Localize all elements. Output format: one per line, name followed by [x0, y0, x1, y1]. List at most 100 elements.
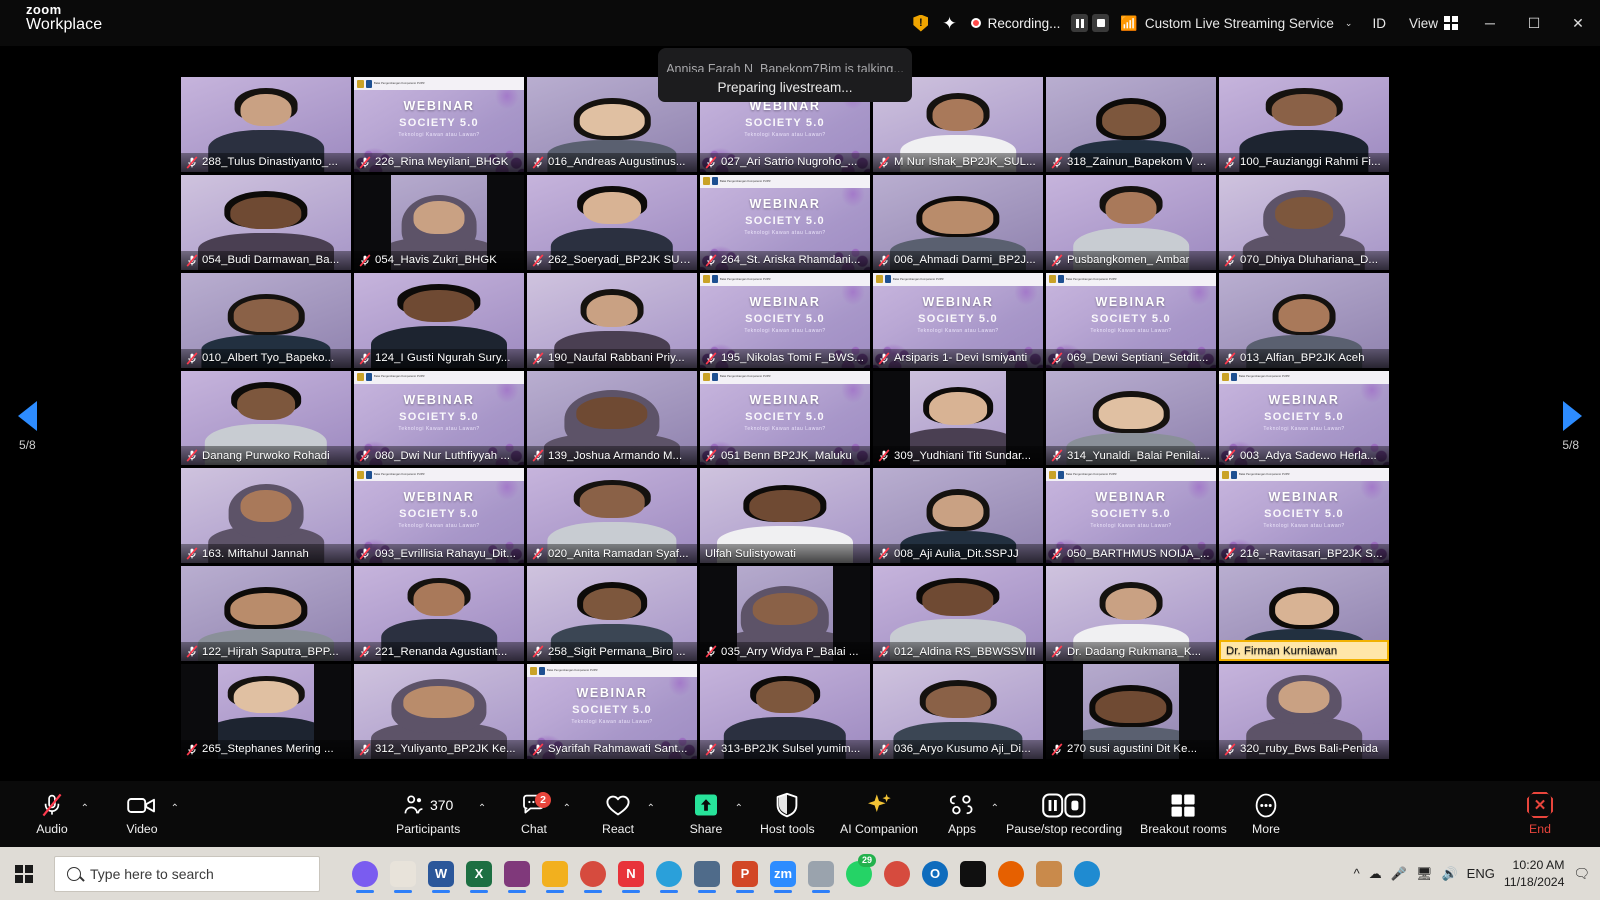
copilot-icon[interactable] [348, 852, 382, 896]
apps-button[interactable]: Apps ⌃ [936, 781, 999, 847]
participant-tile[interactable]: 265_Stephanes Mering ... [181, 664, 351, 759]
participant-tile[interactable]: Balai Pengembangan Kompetensi PUPR WEBINA… [527, 664, 697, 759]
participant-tile[interactable]: Balai Pengembangan Kompetensi PUPR WEBINA… [354, 370, 524, 466]
audio-button[interactable]: Audio ⌃ [26, 781, 89, 847]
recording-controls[interactable] [1067, 0, 1113, 46]
participant-tile[interactable]: Balai Pengembangan Kompetensi PUPR WEBINA… [1219, 370, 1389, 466]
chrome-2-icon[interactable] [880, 852, 914, 896]
chevron-up-icon[interactable]: ⌃ [735, 803, 743, 814]
tiktok-icon[interactable] [956, 852, 990, 896]
cloud-icon[interactable]: ☁ [1369, 866, 1382, 882]
host-tools-button[interactable]: Host tools [760, 781, 815, 847]
participant-tile[interactable]: 288_Tulus Dinastiyanto_... [181, 77, 351, 172]
maximize-button[interactable]: ☐ [1512, 0, 1556, 46]
chevron-up-icon[interactable]: ⌃ [647, 803, 655, 814]
chevron-up-icon[interactable]: ⌃ [81, 803, 89, 814]
chat-button[interactable]: Chat ⌃ 2 [508, 781, 571, 847]
language-indicator[interactable]: ENG [1467, 866, 1495, 881]
participant-tile[interactable]: Balai Pengembangan Kompetensi PUPR WEBINA… [1046, 468, 1216, 564]
powerpoint-icon[interactable]: P [728, 852, 762, 896]
chevron-up-icon[interactable]: ⌃ [478, 803, 486, 814]
previous-page-button[interactable] [18, 401, 37, 431]
participant-tile[interactable]: Danang Purwoko Rohadi [181, 370, 351, 466]
close-button[interactable]: ✕ [1556, 0, 1600, 46]
participant-tile[interactable]: Dr. Firman Kurniawan [1219, 566, 1389, 662]
react-button[interactable]: React ⌃ [592, 781, 655, 847]
chevron-up-icon[interactable]: ⌃ [563, 803, 571, 814]
participant-tile[interactable]: 036_Aryo Kusumo Aji_Di... [873, 664, 1043, 759]
participant-tile[interactable]: 054_Budi Darmawan_Ba... [181, 174, 351, 270]
participant-tile[interactable]: 012_Aldina RS_BBWSSVIII [873, 566, 1043, 662]
display-icon[interactable]: 🖥 [1416, 866, 1433, 882]
participant-tile[interactable]: Pusbangkomen_ Ambar [1046, 174, 1216, 270]
participant-tile[interactable]: 320_ruby_Bws Bali-Penida [1219, 664, 1389, 759]
tray-overflow-icon[interactable]: ^ [1354, 866, 1360, 881]
chevron-up-icon[interactable]: ⌃ [991, 803, 999, 814]
participants-button[interactable]: 370 Participants ⌃ [396, 781, 486, 847]
participant-tile[interactable]: Dr. Dadang Rukmana_K... [1046, 566, 1216, 662]
next-page-button[interactable] [1563, 401, 1582, 431]
speaker-icon[interactable]: 🔊 [1441, 866, 1457, 882]
paint-icon[interactable] [386, 852, 420, 896]
firefox-icon[interactable] [994, 852, 1028, 896]
microphone-icon[interactable]: 🎤 [1391, 866, 1407, 882]
pause-icon[interactable] [1071, 14, 1089, 32]
breakout-button[interactable]: Breakout rooms [1140, 781, 1227, 847]
word-icon[interactable]: W [424, 852, 458, 896]
participant-tile[interactable]: 314_Yunaldi_Balai Penilai... [1046, 370, 1216, 466]
calculator-icon[interactable] [690, 852, 724, 896]
onenote-icon[interactable] [500, 852, 534, 896]
participant-tile[interactable]: 258_Sigit Permana_Biro ... [527, 566, 697, 662]
participant-tile[interactable]: Balai Pengembangan Kompetensi PUPR WEBINA… [1219, 468, 1389, 564]
participant-tile[interactable]: Balai Pengembangan Kompetensi PUPR WEBINA… [700, 272, 870, 368]
stop-icon[interactable] [1092, 14, 1110, 32]
participant-tile[interactable]: 122_Hijrah Saputra_BPP... [181, 566, 351, 662]
participant-tile[interactable]: 139_Joshua Armando M... [527, 370, 697, 466]
taskbar-search-box[interactable]: Type here to search [54, 855, 320, 892]
file-explorer-icon[interactable] [538, 852, 572, 896]
ai-companion-title-button[interactable]: ✦ [935, 0, 963, 46]
telegram-icon[interactable] [652, 852, 686, 896]
participant-tile[interactable]: 318_Zainun_Bapekom V ... [1046, 77, 1216, 172]
participant-tile[interactable]: 010_Albert Tyo_Bapeko... [181, 272, 351, 368]
opera-gx-icon[interactable]: N [614, 852, 648, 896]
participant-tile[interactable]: 312_Yuliyanto_BP2JK Ke... [354, 664, 524, 759]
participant-tile[interactable]: Balai Pengembangan Kompetensi PUPR WEBINA… [700, 370, 870, 466]
pdf-icon[interactable] [804, 852, 838, 896]
participant-tile[interactable]: Balai Pengembangan Kompetensi PUPR WEBINA… [354, 468, 524, 564]
end-meeting-button[interactable]: ✕ End [1498, 781, 1582, 847]
participant-tile[interactable]: Balai Pengembangan Kompetensi PUPR WEBINA… [873, 272, 1043, 368]
participant-tile[interactable]: 270 susi agustini Dit Ke... [1046, 664, 1216, 759]
whatsapp-icon[interactable]: 29 [842, 852, 876, 896]
participant-tile[interactable]: 035_Arry Widya P_Balai ... [700, 566, 870, 662]
view-button[interactable]: View [1399, 0, 1468, 46]
zoom-icon[interactable]: zm [766, 852, 800, 896]
outlook-icon[interactable]: O [918, 852, 952, 896]
participant-tile[interactable]: 124_I Gusti Ngurah Sury... [354, 272, 524, 368]
participant-tile[interactable]: Balai Pengembangan Kompetensi PUPR WEBINA… [1046, 272, 1216, 368]
participant-tile[interactable]: 100_Fauzianggi Rahmi Fi... [1219, 77, 1389, 172]
participant-tile[interactable]: 008_Aji Aulia_Dit.SSPJJ [873, 468, 1043, 564]
more-button[interactable]: More [1240, 781, 1292, 847]
ai-companion-button[interactable]: AI Companion [840, 781, 918, 847]
participant-tile[interactable]: 070_Dhiya Dluhariana_D... [1219, 174, 1389, 270]
participant-tile[interactable]: 262_Soeryadi_BP2JK SUL... [527, 174, 697, 270]
participant-tile[interactable]: 309_Yudhiani Titi Sundar... [873, 370, 1043, 466]
bag-icon[interactable] [1032, 852, 1066, 896]
participant-tile[interactable]: 020_Anita Ramadan Syaf... [527, 468, 697, 564]
notification-icon[interactable]: 🗨 [1573, 866, 1590, 882]
participant-tile[interactable]: 163. Miftahul Jannah [181, 468, 351, 564]
edge-icon[interactable] [1070, 852, 1104, 896]
participant-tile[interactable]: Balai Pengembangan Kompetensi PUPR WEBINA… [700, 174, 870, 270]
excel-icon[interactable]: X [462, 852, 496, 896]
recording-button[interactable]: Pause/stop recording [1006, 781, 1122, 847]
minimize-button[interactable]: ─ [1468, 0, 1512, 46]
participant-tile[interactable]: 013_Alfian_BP2JK Aceh [1219, 272, 1389, 368]
participant-tile[interactable]: Ulfah Sulistyowati [700, 468, 870, 564]
participant-tile[interactable]: 190_Naufal Rabbani Priy... [527, 272, 697, 368]
chrome-icon[interactable] [576, 852, 610, 896]
windows-start-button[interactable] [0, 847, 48, 900]
video-button[interactable]: Video ⌃ [116, 781, 179, 847]
live-streaming-menu[interactable]: 📶 Custom Live Streaming Service ⌄ [1113, 0, 1359, 46]
participant-tile[interactable]: Balai Pengembangan Kompetensi PUPR WEBINA… [354, 77, 524, 172]
